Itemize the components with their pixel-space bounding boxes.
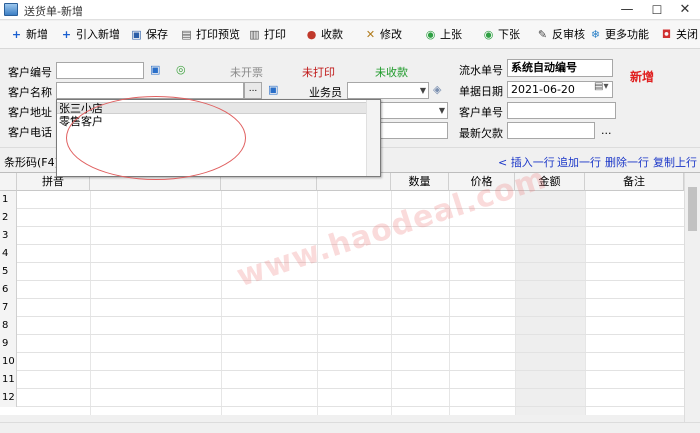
table-row[interactable]: 10: [0, 353, 684, 371]
payment-status: 未收款: [375, 66, 408, 79]
salesman-select[interactable]: ▼: [347, 82, 429, 99]
print-button[interactable]: ▥ 打印: [248, 26, 286, 44]
print-preview-button[interactable]: ▤ 打印预览: [180, 26, 240, 44]
print-status: 未打印: [302, 66, 335, 79]
row-number: 10: [0, 353, 17, 371]
next-button[interactable]: ◉ 下张: [482, 26, 520, 44]
barcode-label: 条形码(F4): [4, 156, 59, 169]
edit-button[interactable]: ✕ 修改: [364, 26, 402, 44]
grid-header-corner: [0, 173, 17, 191]
row-number: 3: [0, 227, 17, 245]
row-number: 6: [0, 281, 17, 299]
grid-header-remark[interactable]: 备注: [585, 173, 684, 191]
debt-more-button[interactable]: ...: [601, 124, 612, 137]
chevron-down-icon: ▼: [419, 86, 426, 95]
latest-debt-field: [507, 122, 595, 139]
row-number: 7: [0, 299, 17, 317]
customer-name-label: 客户名称: [8, 86, 52, 99]
scrollbar-thumb[interactable]: [688, 187, 697, 231]
table-row[interactable]: 5: [0, 263, 684, 281]
close-window-button[interactable]: ✕: [676, 1, 694, 19]
table-row[interactable]: 7: [0, 299, 684, 317]
customer-phone-label: 客户电话: [8, 126, 52, 139]
up-arrow-icon: ◉: [425, 28, 436, 41]
save-icon: ▣: [131, 28, 142, 41]
toolbar: + 新增 + 引入新增 ▣ 保存 ▤ 打印预览 ▥ 打印 ● 收款 ✕ 修改 ◉ 上张 ◉ 下张 …: [0, 21, 700, 49]
snowflake-icon: ❄: [590, 28, 601, 41]
phone-input[interactable]: [380, 122, 448, 139]
plus-icon: +: [11, 28, 22, 41]
delete-row-link[interactable]: 删除一行: [605, 154, 649, 170]
row-number: 9: [0, 335, 17, 353]
browse-customer-button[interactable]: ...: [244, 82, 262, 99]
row-number: 5: [0, 263, 17, 281]
search-icon[interactable]: ▣: [150, 63, 160, 76]
customer-order-input[interactable]: [507, 102, 616, 119]
minimize-button[interactable]: —: [618, 1, 636, 19]
payment-icon: ●: [306, 28, 317, 41]
date-label: 单据日期: [459, 85, 503, 98]
row-number: 11: [0, 371, 17, 389]
annotation-circle: [66, 96, 246, 180]
status-bar: [0, 422, 700, 433]
table-row[interactable]: 6: [0, 281, 684, 299]
append-row-link[interactable]: 追加一行: [557, 154, 601, 170]
salesman-label: 业务员: [309, 86, 342, 99]
maximize-button[interactable]: ☐: [648, 1, 666, 19]
table-row[interactable]: 1: [0, 191, 684, 209]
print-preview-icon: ▤: [181, 28, 192, 41]
title-bar: 送货单-新增 — ☐ ✕: [0, 0, 700, 20]
latest-debt-label: 最新欠款: [459, 127, 503, 140]
serial-number-label: 流水单号: [459, 64, 503, 77]
table-row[interactable]: 8: [0, 317, 684, 335]
customer-order-label: 客户单号: [459, 106, 503, 119]
search-icon[interactable]: ▣: [268, 83, 278, 96]
pen-icon: ✎: [537, 28, 548, 41]
row-number: 2: [0, 209, 17, 227]
import-new-button[interactable]: + 引入新增: [60, 26, 120, 44]
customer-code-label: 客户编号: [8, 66, 52, 79]
printer-icon: ▥: [249, 28, 260, 41]
window-title: 送货单-新增: [24, 5, 83, 18]
tools-icon: ✕: [365, 28, 376, 41]
app-icon: [4, 3, 18, 16]
serial-number-field[interactable]: 系统自动编号: [507, 59, 613, 77]
row-number: 4: [0, 245, 17, 263]
customer-code-input[interactable]: [56, 62, 144, 79]
address-select[interactable]: ▼: [380, 102, 448, 119]
invoice-status: 未开票: [230, 66, 263, 79]
table-row[interactable]: 9: [0, 335, 684, 353]
new-button[interactable]: + 新增: [10, 26, 48, 44]
previous-button[interactable]: ◉ 上张: [424, 26, 462, 44]
close-icon: ◘: [661, 28, 672, 41]
refresh-icon[interactable]: ◎: [176, 63, 186, 76]
close-button[interactable]: ◘ 关闭: [660, 26, 698, 44]
table-row[interactable]: 11: [0, 371, 684, 389]
grid-header-quantity[interactable]: 数量: [391, 173, 449, 191]
row-number: 12: [0, 389, 17, 407]
dropdown-scrollbar[interactable]: [366, 100, 380, 176]
table-row[interactable]: 12: [0, 389, 684, 407]
down-arrow-icon: ◉: [483, 28, 494, 41]
calendar-icon[interactable]: ▤▾: [594, 81, 608, 92]
chevron-down-icon: ▼: [438, 106, 445, 115]
more-functions-button[interactable]: ❄ 更多功能: [589, 26, 649, 44]
item-grid[interactable]: 拼音 数量 价格 金额 备注 1 2 3 4 5 6 7 8 9 10 11 1…: [0, 172, 700, 423]
collect-payment-button[interactable]: ● 收款: [305, 26, 343, 44]
unapprove-button[interactable]: ✎ 反审核: [536, 26, 585, 44]
save-button[interactable]: ▣ 保存: [130, 26, 168, 44]
row-number: 8: [0, 317, 17, 335]
mode-badge: 新增: [630, 70, 655, 84]
vertical-scrollbar[interactable]: [684, 173, 700, 423]
eraser-icon[interactable]: ◈: [433, 83, 441, 96]
customer-address-label: 客户地址: [8, 106, 52, 119]
copy-row-link[interactable]: 复制上行: [653, 154, 697, 170]
plus-icon: +: [61, 28, 72, 41]
row-number: 1: [0, 191, 17, 209]
